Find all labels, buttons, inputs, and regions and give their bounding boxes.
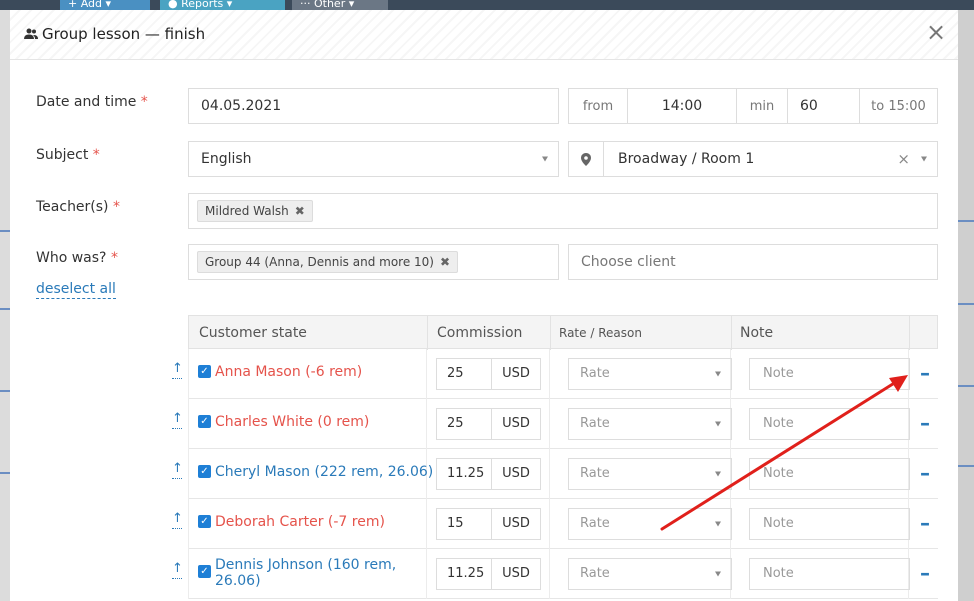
note-input[interactable]: Note	[749, 408, 910, 440]
teacher-label: Teacher(s) *	[36, 199, 120, 215]
commission-input[interactable]: 15	[436, 508, 492, 540]
modal-title: Group lesson — finish	[24, 25, 205, 43]
currency-label: USD	[491, 558, 541, 590]
chevron-down-icon	[921, 156, 927, 162]
chevron-down-icon	[715, 471, 721, 477]
header-note: Note	[740, 325, 774, 341]
background-right-strip	[958, 10, 974, 601]
choose-client-select[interactable]: Choose client	[568, 244, 938, 280]
rate-select[interactable]: Rate	[568, 558, 732, 590]
table-row: ↑ ✓ Dennis Johnson (160 rem, 26.06) 11.25 US…	[172, 549, 938, 599]
remove-row-icon[interactable]: –	[918, 563, 932, 583]
move-up-icon[interactable]: ↑	[172, 562, 183, 579]
min-label: min	[736, 88, 788, 124]
currency-label: USD	[491, 508, 541, 540]
modal-header: Group lesson — finish ×	[10, 10, 958, 60]
end-time-label: to 15:00	[859, 88, 938, 124]
from-label: from	[568, 88, 628, 124]
date-label: Date and time *	[36, 94, 148, 110]
remove-row-icon[interactable]: –	[918, 463, 932, 483]
group-tag: Group 44 (Anna, Dennis and more 10) ✖	[197, 251, 459, 273]
customer-checkbox[interactable]: ✓	[198, 365, 211, 378]
move-up-icon[interactable]: ↑	[172, 412, 183, 429]
teacher-tag: Mildred Walsh ✖	[197, 200, 313, 222]
customer-name[interactable]: Anna Mason (-6 rem)	[215, 364, 435, 380]
chevron-down-icon	[542, 156, 548, 162]
move-up-icon[interactable]: ↑	[172, 462, 183, 479]
chevron-down-icon	[715, 371, 721, 377]
background-left-strip	[0, 10, 10, 601]
remove-row-icon[interactable]: –	[918, 363, 932, 383]
customer-name[interactable]: Dennis Johnson (160 rem, 26.06)	[215, 557, 435, 589]
subject-label: Subject *	[36, 147, 100, 163]
background-other-tab: ··· Other ▾	[292, 0, 388, 10]
table-row: ↑ ✓ Charles White (0 rem) 25 USD Rate Note –	[172, 399, 938, 449]
location-pin-icon	[568, 141, 604, 177]
background-reports-tab: ● Reports ▾	[160, 0, 285, 10]
move-up-icon[interactable]: ↑	[172, 512, 183, 529]
customer-checkbox[interactable]: ✓	[198, 465, 211, 478]
currency-label: USD	[491, 358, 541, 390]
modal-title-text: Group lesson — finish	[42, 25, 206, 43]
rate-select[interactable]: Rate	[568, 458, 732, 490]
note-input[interactable]: Note	[749, 358, 910, 390]
group-lesson-modal: Group lesson — finish × Date and time * …	[10, 10, 958, 601]
customer-checkbox[interactable]: ✓	[198, 565, 211, 578]
move-up-icon[interactable]: ↑	[172, 362, 183, 379]
header-customer-state: Customer state	[199, 325, 307, 341]
users-icon	[24, 28, 38, 39]
commission-input[interactable]: 25	[436, 358, 492, 390]
table-row: ↑ ✓ Cheryl Mason (222 rem, 26.06) 11.25 USD R…	[172, 449, 938, 499]
rate-select[interactable]: Rate	[568, 408, 732, 440]
commission-input[interactable]: 11.25	[436, 558, 492, 590]
note-input[interactable]: Note	[749, 458, 910, 490]
table-row: ↑ ✓ Anna Mason (-6 rem) 25 USD Rate Note –	[172, 349, 938, 399]
teacher-multiselect[interactable]: Mildred Walsh ✖	[188, 193, 938, 229]
commission-input[interactable]: 11.25	[436, 458, 492, 490]
deselect-all-link[interactable]: deselect all	[36, 281, 116, 299]
group-multiselect[interactable]: Group 44 (Anna, Dennis and more 10) ✖	[188, 244, 559, 280]
customer-checkbox[interactable]: ✓	[198, 515, 211, 528]
note-input[interactable]: Note	[749, 508, 910, 540]
header-rate-reason: Rate / Reason	[559, 326, 642, 340]
start-time-input[interactable]: 14:00	[627, 88, 737, 124]
commission-input[interactable]: 25	[436, 408, 492, 440]
customer-name[interactable]: Deborah Carter (-7 rem)	[215, 514, 435, 530]
chevron-down-icon	[715, 571, 721, 577]
header-commission: Commission	[437, 325, 523, 341]
chevron-down-icon	[715, 421, 721, 427]
duration-input[interactable]: 60	[787, 88, 860, 124]
table-row: ↑ ✓ Deborah Carter (-7 rem) 15 USD Rate Note –	[172, 499, 938, 549]
rate-select[interactable]: Rate	[568, 508, 732, 540]
background-add-tab: + Add ▾	[60, 0, 150, 10]
currency-label: USD	[491, 458, 541, 490]
customer-name[interactable]: Charles White (0 rem)	[215, 414, 435, 430]
clear-icon[interactable]: ×	[897, 150, 910, 168]
chevron-down-icon	[715, 521, 721, 527]
location-select[interactable]: Broadway / Room 1 ×	[603, 141, 938, 177]
subject-select[interactable]: English	[188, 141, 559, 177]
customer-name[interactable]: Cheryl Mason (222 rem, 26.06)	[215, 464, 435, 480]
date-input[interactable]: 04.05.2021	[188, 88, 559, 124]
remove-row-icon[interactable]: –	[918, 513, 932, 533]
customer-checkbox[interactable]: ✓	[198, 415, 211, 428]
currency-label: USD	[491, 408, 541, 440]
table-header: Customer state Commission Rate / Reason …	[188, 315, 938, 350]
remove-row-icon[interactable]: –	[918, 413, 932, 433]
close-icon[interactable]: ×	[924, 20, 948, 46]
who-was-label: Who was? *	[36, 250, 118, 266]
note-input[interactable]: Note	[749, 558, 910, 590]
remove-tag-icon[interactable]: ✖	[295, 204, 305, 218]
background-topbar: + Add ▾ ● Reports ▾ ··· Other ▾	[0, 0, 974, 10]
remove-tag-icon[interactable]: ✖	[440, 255, 450, 269]
rate-select[interactable]: Rate	[568, 358, 732, 390]
